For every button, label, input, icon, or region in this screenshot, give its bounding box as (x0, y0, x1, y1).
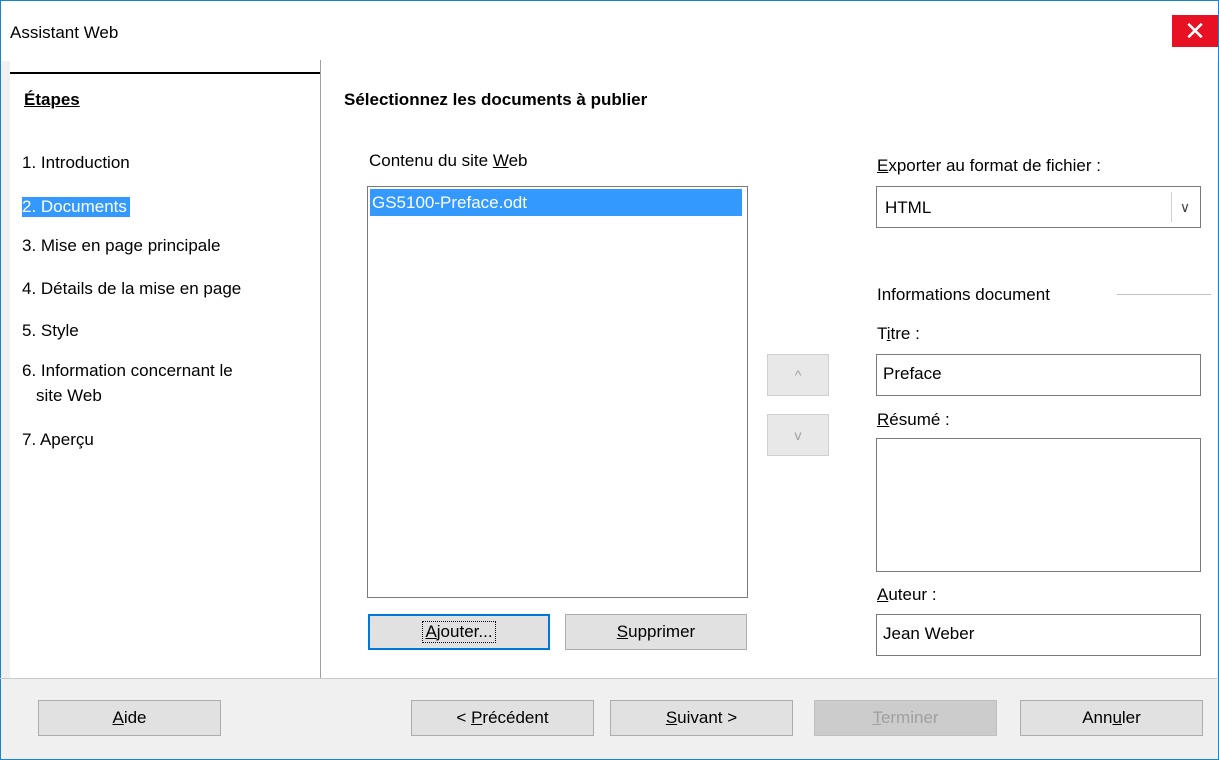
list-item[interactable]: GS5100-Preface.odt (370, 189, 742, 216)
summary-label: Résumé : (877, 410, 950, 429)
next-button[interactable]: Suivant > (610, 700, 793, 736)
close-icon[interactable]: ✕ (1172, 15, 1218, 47)
move-up-button[interactable]: ^ (767, 354, 829, 396)
finish-button[interactable]: Terminer (814, 700, 997, 736)
docinfo-group-label: Informations document (877, 285, 1050, 304)
footer-divider (0, 678, 1217, 679)
cancel-button[interactable]: Annuler (1020, 700, 1203, 736)
steps-heading: Étapes (24, 90, 80, 109)
chevron-down-icon: v (794, 427, 802, 443)
title-field[interactable]: Preface (876, 354, 1201, 396)
author-label: Auteur : (877, 585, 937, 604)
previous-button[interactable]: < Précédent (411, 700, 594, 736)
export-format-value: HTML (885, 198, 932, 217)
title-label: Titre : (877, 324, 920, 343)
page-title: Sélectionnez les documents à publier (344, 90, 648, 109)
add-button[interactable]: Ajouter... (368, 614, 550, 650)
help-button[interactable]: Aide (38, 700, 221, 736)
step-introduction[interactable]: 1. Introduction (22, 150, 130, 175)
step-preview[interactable]: 7. Aperçu (22, 427, 94, 452)
step-main-layout[interactable]: 3. Mise en page principale (22, 233, 220, 258)
title-bar: Assistant Web ✕ (1, 1, 1218, 61)
export-format-select[interactable]: HTML ∨ (876, 186, 1201, 228)
group-divider (1117, 294, 1211, 295)
steps-divider (10, 72, 320, 74)
step-layout-details[interactable]: 4. Détails de la mise en page (22, 276, 241, 301)
documents-list[interactable]: GS5100-Preface.odt (367, 186, 748, 598)
move-down-button[interactable]: v (767, 414, 829, 456)
chevron-down-icon[interactable]: ∨ (1171, 192, 1198, 222)
content-label: Contenu du site Web (369, 151, 528, 170)
chevron-up-icon: ^ (794, 367, 802, 383)
step-site-info[interactable]: 6. Information concernant le (22, 358, 233, 383)
export-label: Exporter au format de fichier : (877, 156, 1101, 175)
remove-button[interactable]: Supprimer (565, 614, 747, 650)
step-style[interactable]: 5. Style (22, 318, 79, 343)
step-documents[interactable]: 2. Documents (22, 194, 130, 219)
step-site-info-cont[interactable]: site Web (36, 383, 102, 408)
window-title: Assistant Web (10, 23, 119, 42)
summary-field[interactable] (876, 438, 1201, 572)
author-field[interactable]: Jean Weber (876, 614, 1201, 656)
